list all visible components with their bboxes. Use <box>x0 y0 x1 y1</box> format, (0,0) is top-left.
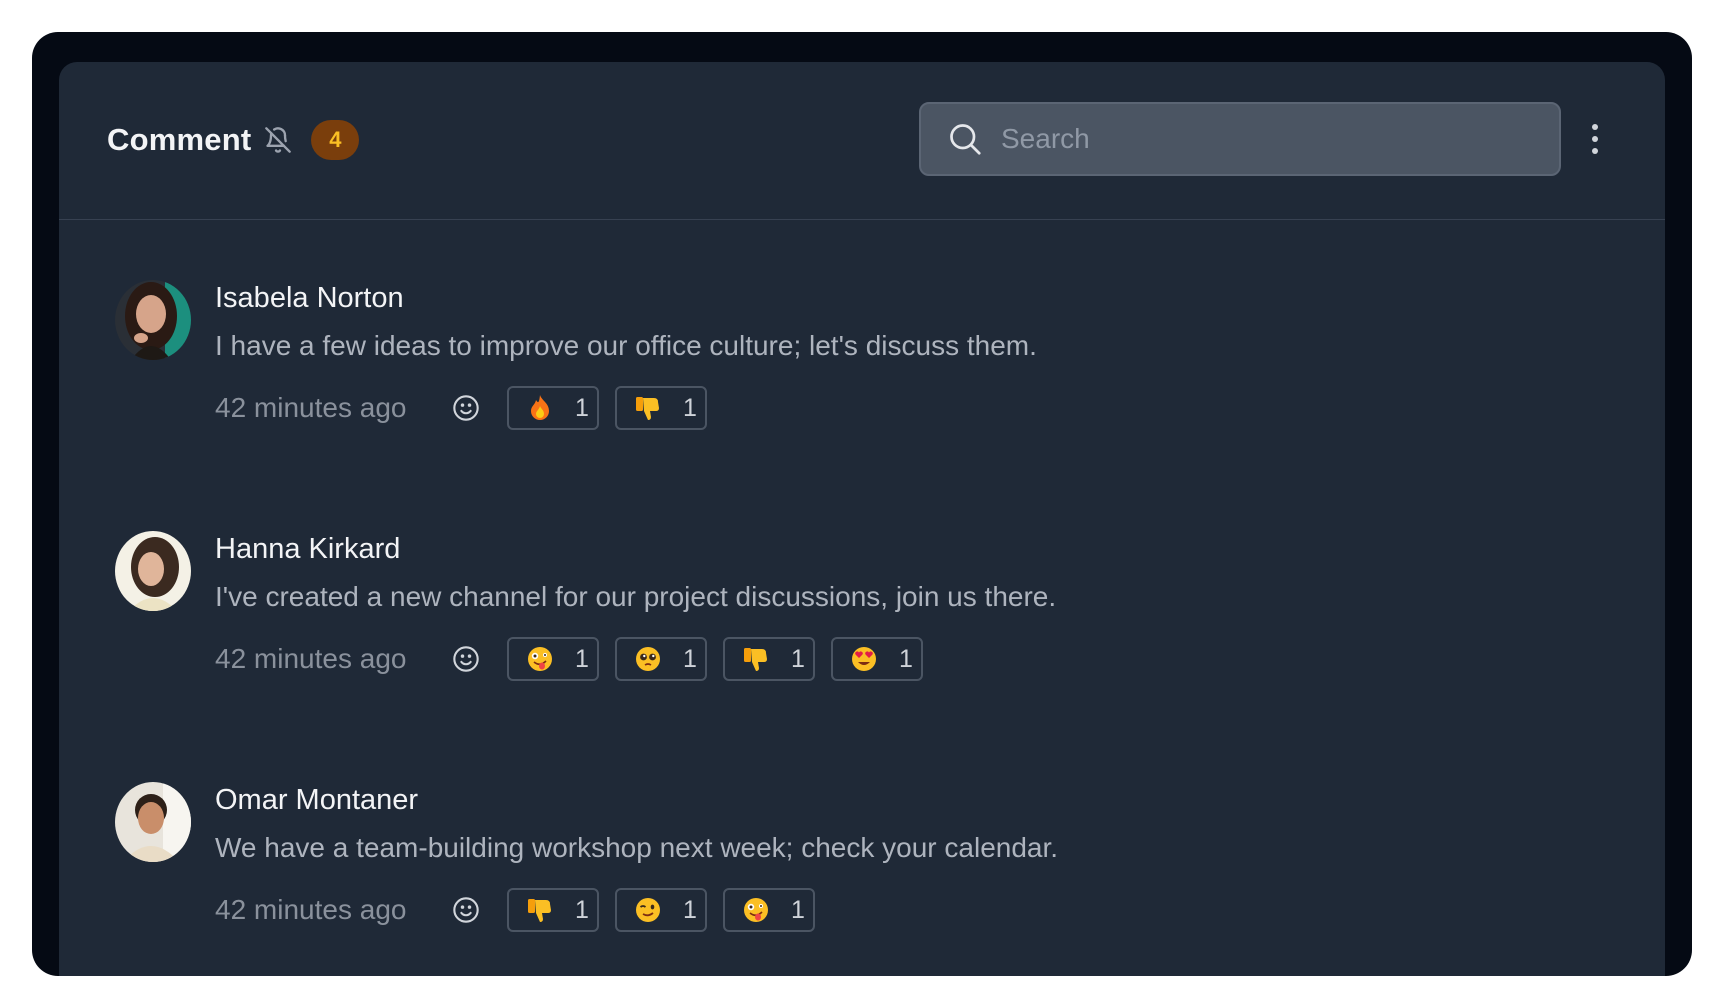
zany-face-icon <box>525 644 555 674</box>
add-reaction-icon[interactable] <box>451 895 481 925</box>
title-group: Comment 4 <box>107 120 360 160</box>
reaction-pleading-face[interactable]: 1 <box>615 637 707 681</box>
comment-item: Isabela Norton I have a few ideas to imp… <box>115 280 1515 480</box>
reaction-thumbs-down[interactable]: 1 <box>723 637 815 681</box>
page-title: Comment <box>107 122 252 157</box>
comment-text: I've created a new channel for our proje… <box>215 581 1057 612</box>
author-name[interactable]: Omar Montaner <box>215 780 1058 820</box>
avatar[interactable] <box>115 531 191 611</box>
search-box[interactable] <box>919 102 1561 176</box>
comment-meta: 42 minutes ago <box>215 888 1058 932</box>
add-reaction-icon[interactable] <box>451 393 481 423</box>
search-icon <box>945 119 985 159</box>
app-frame: Comment 4 Search Isabela Norton I have a… <box>32 32 1692 976</box>
reaction-thumbs-down[interactable]: 1 <box>507 888 599 932</box>
comment-meta: 42 minutes ago <box>215 386 1037 430</box>
bell-off-icon[interactable] <box>263 125 293 155</box>
search-input[interactable] <box>1001 123 1521 155</box>
reaction-count: 1 <box>683 895 697 924</box>
comment-item: Hanna Kirkard I've created a new channel… <box>115 531 1515 731</box>
avatar[interactable] <box>115 782 191 862</box>
reaction-count: 1 <box>575 895 589 924</box>
comment-meta: 42 minutes ago <box>215 637 1056 681</box>
thumbs-down-icon <box>633 393 663 423</box>
reaction-count: 1 <box>683 644 697 673</box>
timestamp: 42 minutes ago <box>215 894 407 925</box>
comment-body: Hanna Kirkard I've created a new channel… <box>215 531 1056 681</box>
heart-eyes-icon <box>849 644 879 674</box>
winking-face-icon <box>633 895 663 925</box>
reaction-zany-face[interactable]: 1 <box>723 888 815 932</box>
pleading-face-icon <box>633 644 663 674</box>
comment-item: Omar Montaner We have a team-building wo… <box>115 782 1515 976</box>
comment-body: Isabela Norton I have a few ideas to imp… <box>215 280 1037 430</box>
comment-text: I have a few ideas to improve our office… <box>215 330 1037 361</box>
reaction-heart-eyes[interactable]: 1 <box>831 637 923 681</box>
reaction-thumbs-down[interactable]: 1 <box>615 386 707 430</box>
author-name[interactable]: Hanna Kirkard <box>215 529 1056 569</box>
comment-text: We have a team-building workshop next we… <box>215 832 1059 863</box>
reaction-count: 1 <box>791 644 805 673</box>
fire-icon <box>525 393 555 423</box>
more-vertical-icon[interactable] <box>1579 122 1611 156</box>
comment-panel: Comment 4 Search Isabela Norton I have a… <box>59 62 1665 976</box>
reaction-count: 1 <box>899 644 913 673</box>
reaction-fire[interactable]: 1 <box>507 386 599 430</box>
comment-count-badge: 4 <box>311 120 360 160</box>
comment-body: Omar Montaner We have a team-building wo… <box>215 782 1058 932</box>
reaction-zany-face[interactable]: 1 <box>507 637 599 681</box>
author-name[interactable]: Isabela Norton <box>215 278 1037 318</box>
reaction-count: 1 <box>575 393 589 422</box>
timestamp: 42 minutes ago <box>215 643 407 674</box>
zany-face-icon <box>741 895 771 925</box>
reaction-count: 1 <box>575 644 589 673</box>
reaction-winking-face[interactable]: 1 <box>615 888 707 932</box>
avatar[interactable] <box>115 280 191 360</box>
thumbs-down-icon <box>741 644 771 674</box>
timestamp: 42 minutes ago <box>215 392 407 423</box>
thumbs-down-icon <box>525 895 555 925</box>
add-reaction-icon[interactable] <box>451 644 481 674</box>
reaction-count: 1 <box>791 895 805 924</box>
reaction-count: 1 <box>683 393 697 422</box>
panel-header: Comment 4 <box>59 62 1665 220</box>
